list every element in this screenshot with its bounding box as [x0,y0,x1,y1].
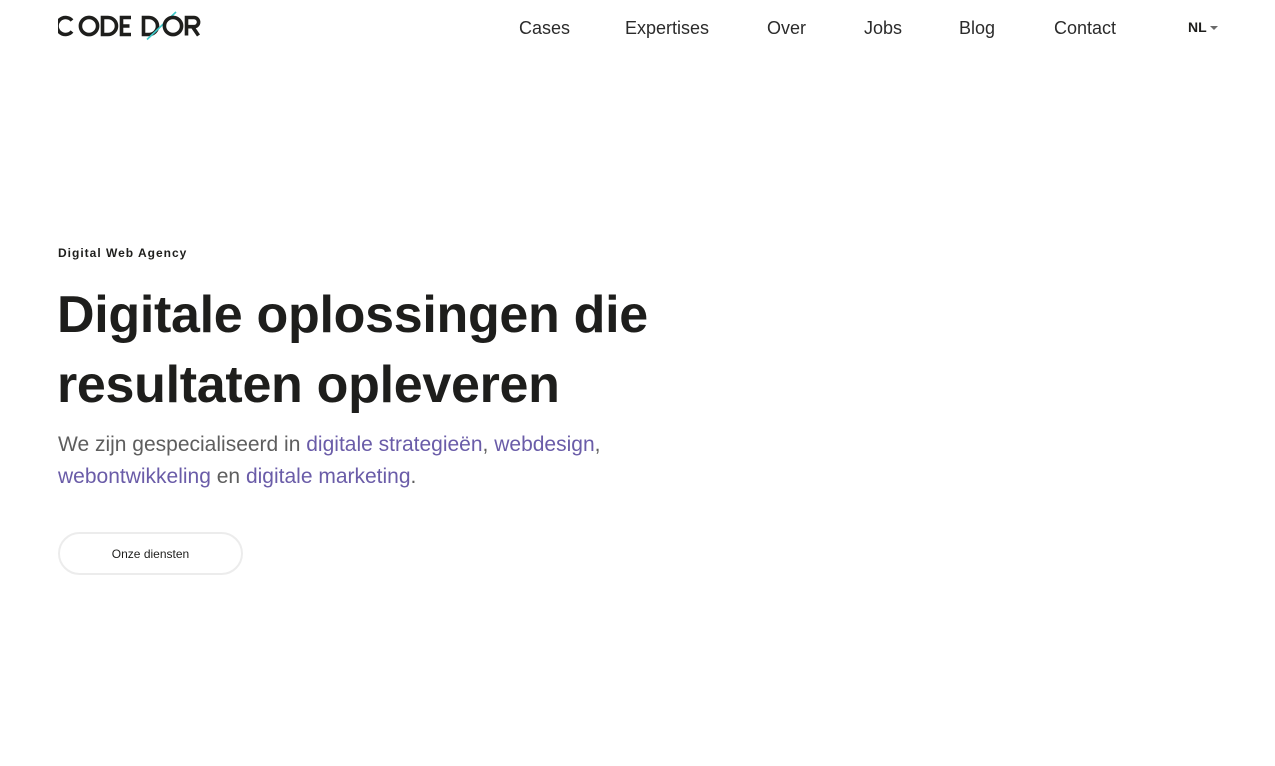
language-selector[interactable]: NL [1188,19,1218,35]
link-digital-strategies[interactable]: digitale strategieën [306,433,482,456]
intro-separator: , [482,433,495,456]
link-digital-marketing[interactable]: digitale marketing [246,465,411,488]
page: Cases Expertises Over Jobs Blog Contact … [0,0,1275,766]
link-webdevelopment[interactable]: webontwikkeling [58,465,211,488]
nav-item-expertises[interactable]: Expertises [625,18,767,39]
logo-graphic [58,11,201,41]
intro-prefix: We zijn gespecialiseerd in [58,433,307,456]
hero-intro: We zijn gespecialiseerd in digitale stra… [58,429,698,493]
main-nav: Cases Expertises Over Jobs Blog Contact [519,17,1116,39]
intro-separator: , [594,433,601,456]
intro-suffix: . [410,465,417,488]
nav-item-contact[interactable]: Contact [1054,18,1116,39]
hero-eyebrow: Digital Web Agency [58,246,188,260]
intro-separator: en [210,465,246,488]
code-dor-logo[interactable] [58,10,206,42]
language-label: NL [1188,19,1207,35]
link-webdesign[interactable]: webdesign [494,433,594,456]
nav-item-over[interactable]: Over [767,18,864,39]
nav-item-jobs[interactable]: Jobs [864,18,959,39]
hero-headline: Digitale oplossingen die resultaten ople… [57,286,648,414]
nav-item-blog[interactable]: Blog [959,18,1054,39]
caret-down-icon [1209,25,1218,30]
services-button[interactable]: Onze diensten [58,532,243,575]
nav-item-cases[interactable]: Cases [519,18,625,39]
